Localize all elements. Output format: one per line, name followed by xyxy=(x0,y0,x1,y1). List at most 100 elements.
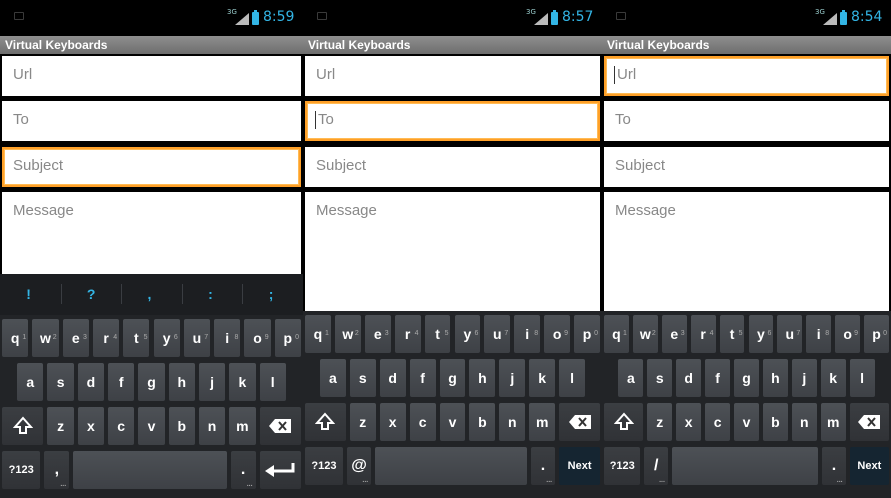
suggestion-item[interactable]: ; xyxy=(269,286,274,302)
key-l[interactable]: l xyxy=(559,359,586,397)
key-b[interactable]: b xyxy=(168,407,195,445)
key-z[interactable]: z xyxy=(647,403,673,441)
key-n[interactable]: n xyxy=(499,403,526,441)
message-field[interactable]: Message xyxy=(2,192,301,276)
suggestion-item[interactable]: ! xyxy=(26,286,31,302)
key-w[interactable]: w2 xyxy=(32,319,59,357)
to-field[interactable]: To xyxy=(305,101,600,141)
key-c[interactable]: c xyxy=(409,403,436,441)
key-j[interactable]: j xyxy=(499,359,526,397)
key-n[interactable]: n xyxy=(198,407,226,445)
key-j[interactable]: j xyxy=(791,359,817,397)
key-q[interactable]: q1 xyxy=(305,315,331,353)
space-key[interactable] xyxy=(375,447,527,485)
next-key[interactable]: Next xyxy=(559,447,600,485)
message-field[interactable]: Message xyxy=(305,192,600,316)
key-a[interactable]: a xyxy=(618,359,644,397)
special-char-key[interactable]: / xyxy=(644,447,668,485)
backspace-key[interactable] xyxy=(849,403,889,441)
key-o[interactable]: o9 xyxy=(244,319,271,357)
key-f[interactable]: f xyxy=(108,363,135,401)
subject-field[interactable]: Subject xyxy=(2,147,301,187)
key-r[interactable]: r4 xyxy=(690,315,716,353)
key-t[interactable]: t5 xyxy=(424,315,451,353)
key-d[interactable]: d xyxy=(676,359,702,397)
key-m[interactable]: m xyxy=(229,407,256,445)
key-j[interactable]: j xyxy=(198,363,226,401)
key-y[interactable]: y6 xyxy=(454,315,481,353)
key-e[interactable]: e3 xyxy=(661,315,687,353)
key-t[interactable]: t5 xyxy=(123,319,150,357)
suggestion-item[interactable]: ? xyxy=(87,286,96,302)
key-m[interactable]: m xyxy=(529,403,556,441)
shift-key[interactable] xyxy=(2,407,44,445)
key-l[interactable]: l xyxy=(849,359,875,397)
key-v[interactable]: v xyxy=(734,403,759,441)
url-field[interactable]: Url xyxy=(604,56,889,96)
key-a[interactable]: a xyxy=(17,363,44,401)
key-w[interactable]: w2 xyxy=(632,315,658,353)
key-u[interactable]: u7 xyxy=(484,315,511,353)
key-e[interactable]: e3 xyxy=(62,319,89,357)
key-u[interactable]: u7 xyxy=(777,315,803,353)
key-q[interactable]: q1 xyxy=(2,319,29,357)
key-s[interactable]: s xyxy=(47,363,74,401)
shift-key[interactable] xyxy=(604,403,644,441)
period-key[interactable]: . xyxy=(530,447,556,485)
key-c[interactable]: c xyxy=(705,403,731,441)
key-y[interactable]: y6 xyxy=(153,319,180,357)
special-char-key[interactable]: , xyxy=(44,451,70,489)
key-y[interactable]: y6 xyxy=(748,315,774,353)
key-f[interactable]: f xyxy=(705,359,731,397)
key-e[interactable]: e3 xyxy=(364,315,391,353)
key-o[interactable]: o9 xyxy=(544,315,571,353)
key-g[interactable]: g xyxy=(138,363,165,401)
key-h[interactable]: h xyxy=(168,363,195,401)
key-k[interactable]: k xyxy=(820,359,846,397)
key-s[interactable]: s xyxy=(349,359,376,397)
suggestion-item[interactable]: : xyxy=(208,286,213,302)
key-d[interactable]: d xyxy=(77,363,105,401)
to-field[interactable]: To xyxy=(604,101,889,141)
key-p[interactable]: p0 xyxy=(274,319,301,357)
url-field[interactable]: Url xyxy=(2,56,301,96)
key-r[interactable]: r4 xyxy=(394,315,421,353)
symbols-key[interactable]: ?123 xyxy=(604,447,641,485)
key-x[interactable]: x xyxy=(379,403,406,441)
backspace-key[interactable] xyxy=(259,407,301,445)
key-p[interactable]: p0 xyxy=(864,315,889,353)
key-a[interactable]: a xyxy=(319,359,346,397)
key-b[interactable]: b xyxy=(762,403,788,441)
key-i[interactable]: i8 xyxy=(214,319,241,357)
suggestion-item[interactable]: , xyxy=(148,286,152,302)
key-b[interactable]: b xyxy=(469,403,496,441)
key-l[interactable]: l xyxy=(259,363,286,401)
key-r[interactable]: r4 xyxy=(92,319,120,357)
key-g[interactable]: g xyxy=(734,359,759,397)
key-k[interactable]: k xyxy=(229,363,256,401)
key-v[interactable]: v xyxy=(439,403,466,441)
key-p[interactable]: p0 xyxy=(574,315,600,353)
key-u[interactable]: u7 xyxy=(183,319,211,357)
key-z[interactable]: z xyxy=(47,407,74,445)
key-z[interactable]: z xyxy=(349,403,376,441)
key-n[interactable]: n xyxy=(791,403,817,441)
next-key[interactable]: Next xyxy=(849,447,889,485)
backspace-key[interactable] xyxy=(559,403,600,441)
key-c[interactable]: c xyxy=(108,407,135,445)
message-field[interactable]: Message xyxy=(604,192,889,316)
key-m[interactable]: m xyxy=(820,403,846,441)
symbols-key[interactable]: ?123 xyxy=(305,447,343,485)
key-h[interactable]: h xyxy=(469,359,496,397)
to-field[interactable]: To xyxy=(2,101,301,141)
key-i[interactable]: i8 xyxy=(806,315,832,353)
subject-field[interactable]: Subject xyxy=(305,147,600,187)
special-char-key[interactable]: @ xyxy=(346,447,372,485)
space-key[interactable] xyxy=(671,447,819,485)
period-key[interactable]: . xyxy=(230,451,256,489)
space-key[interactable] xyxy=(73,451,227,489)
key-g[interactable]: g xyxy=(439,359,466,397)
key-x[interactable]: x xyxy=(676,403,702,441)
key-f[interactable]: f xyxy=(409,359,436,397)
key-s[interactable]: s xyxy=(647,359,673,397)
